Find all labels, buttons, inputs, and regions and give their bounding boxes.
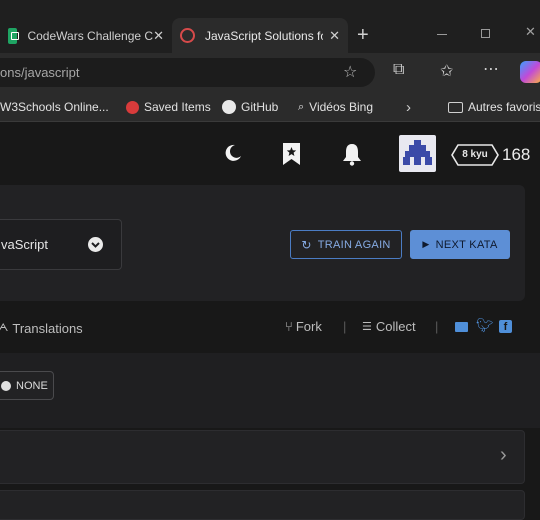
- codewars-favicon-icon: [180, 28, 195, 43]
- bookmark-github[interactable]: GitHub: [222, 92, 278, 122]
- help-circle-icon: [1, 380, 11, 391]
- sheets-icon: [8, 27, 19, 44]
- close-window-icon[interactable]: ✕: [525, 24, 536, 40]
- notifications-bell-icon[interactable]: [341, 142, 363, 166]
- github-icon: [222, 100, 236, 114]
- new-tab-icon[interactable]: +: [357, 24, 369, 47]
- solution-item[interactable]: ›: [0, 430, 525, 484]
- favorite-star-icon[interactable]: ☆: [343, 62, 357, 82]
- folder-icon: [448, 101, 463, 113]
- solutions-filter-area: [0, 353, 540, 428]
- saved-items-icon: [126, 100, 139, 114]
- dark-mode-moon-icon[interactable]: [223, 143, 243, 163]
- bookmarks-overflow-chevron-icon[interactable]: ›: [406, 92, 411, 122]
- restore-icon[interactable]: [481, 29, 490, 38]
- next-kata-button[interactable]: ▶ NEXT KATA: [410, 230, 510, 259]
- close-tab-icon[interactable]: ✕: [329, 28, 340, 44]
- fork-link[interactable]: ⑂ Fork: [285, 319, 322, 334]
- bookmark-saved-items[interactable]: Saved Items: [126, 92, 211, 122]
- tab-codewars-challenge[interactable]: CodeWars Challenge C ✕: [0, 18, 172, 53]
- bookmarks-bar: W3Schools Online... Saved Items GitHub ⌕…: [0, 92, 540, 122]
- honor-count: 168: [502, 145, 531, 164]
- kata-actions-row: ᗅ Translations ⑂ Fork | ☰ Collect | 🐦︎ f: [0, 305, 540, 353]
- bookmark-autres-favoris[interactable]: Autres favoris: [448, 92, 540, 122]
- site-top-nav: 8 kyu 168: [0, 123, 540, 185]
- chevron-right-icon: ›: [500, 444, 507, 466]
- train-again-button[interactable]: ↻ TRAIN AGAIN: [290, 230, 402, 259]
- solution-item[interactable]: [0, 490, 525, 520]
- favorites-icon[interactable]: ✩: [440, 61, 453, 81]
- copilot-icon[interactable]: [520, 61, 540, 83]
- email-share-icon[interactable]: [455, 322, 468, 332]
- language-select[interactable]: vaScript: [0, 219, 122, 270]
- separator: |: [435, 319, 439, 334]
- translations-link[interactable]: ᗅ Translations: [0, 321, 83, 336]
- fork-icon: ⑂: [285, 319, 293, 334]
- rank-badge-label: 8 kyu: [462, 149, 488, 160]
- tab-javascript-solutions[interactable]: JavaScript Solutions fo ✕: [172, 18, 348, 53]
- address-bar-row: ons/javascript ☆ ⧉ ✩ ⋯: [0, 53, 540, 92]
- bookmark-w3schools[interactable]: W3Schools Online...: [0, 92, 109, 122]
- tab-label: CodeWars Challenge C: [27, 28, 154, 43]
- bookmarks-icon[interactable]: [282, 142, 301, 166]
- refresh-icon: ↻: [301, 237, 312, 252]
- separator: |: [343, 319, 347, 334]
- collect-link[interactable]: ☰ Collect: [362, 319, 416, 334]
- extensions-icon[interactable]: ⧉: [393, 61, 404, 79]
- filter-none-button[interactable]: NONE: [0, 371, 54, 400]
- close-tab-icon[interactable]: ✕: [153, 28, 164, 44]
- avatar[interactable]: [399, 135, 436, 172]
- browser-tab-bar: CodeWars Challenge C ✕ JavaScript Soluti…: [0, 0, 540, 53]
- search-icon: ⌕: [298, 100, 305, 113]
- facebook-share-icon[interactable]: f: [499, 320, 512, 333]
- twitter-share-icon[interactable]: 🐦︎: [476, 317, 494, 334]
- stack-icon: ☰: [362, 321, 372, 333]
- more-options-icon[interactable]: ⋯: [483, 59, 499, 79]
- bookmark-videos-bing[interactable]: ⌕ Vidéos Bing: [298, 92, 373, 122]
- tab-label: JavaScript Solutions fo: [205, 28, 323, 43]
- language-select-value: vaScript: [1, 237, 48, 252]
- play-icon: ▶: [422, 239, 430, 249]
- url-field[interactable]: ons/javascript: [0, 58, 375, 87]
- minimize-icon[interactable]: [437, 34, 447, 35]
- rank-badge[interactable]: 8 kyu: [451, 144, 499, 166]
- chevron-down-icon: [88, 237, 103, 252]
- translate-icon: ᗅ: [0, 322, 9, 334]
